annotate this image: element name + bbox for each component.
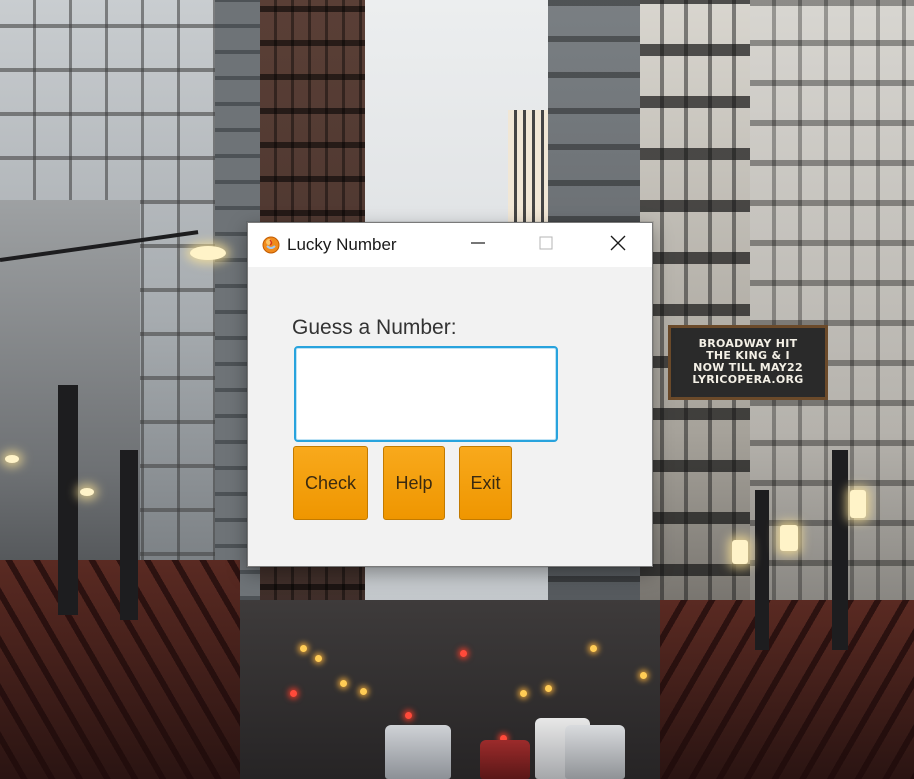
window-title: Lucky Number [287,235,397,254]
wallpaper-light [520,690,527,697]
check-button[interactable]: Check [293,446,368,520]
wallpaper-theater-marquee: BROADWAY HIT THE KING & I NOW TILL MAY22… [668,325,828,400]
wallpaper-street-lamp [732,540,748,564]
wallpaper-lamp-pole [120,450,138,620]
wallpaper-street-lamp [850,490,866,518]
wallpaper-light [300,645,307,652]
marquee-line: LYRICOPERA.ORG [692,373,804,386]
close-button[interactable] [584,223,652,267]
wallpaper-car [565,725,625,779]
wallpaper-building [508,110,550,230]
window-content: Guess a Number: Check Help Exit [248,267,652,566]
minimize-button[interactable] [444,223,512,267]
app-window: Lucky Number Guess a Number: Check Help … [247,222,653,567]
wallpaper-light [640,672,647,679]
guess-prompt-label: Guess a Number: [292,316,457,339]
wallpaper-bridge [660,600,914,779]
wallpaper-light [545,685,552,692]
wallpaper-car [480,740,530,779]
exit-button[interactable]: Exit [459,446,512,520]
maximize-icon [538,235,554,256]
wallpaper-car [385,725,451,779]
wallpaper-lamp-pole [832,450,848,650]
wallpaper-light [460,650,467,657]
wallpaper-street-lamp [780,525,798,551]
guess-number-input[interactable] [294,346,558,442]
java-cup-icon [262,236,280,254]
wallpaper-lamp-pole [58,385,78,615]
wallpaper-light [590,645,597,652]
close-icon [609,234,627,257]
wallpaper-light [290,690,297,697]
wallpaper-light [340,680,347,687]
wallpaper-light [405,712,412,719]
wallpaper-street-lamp [80,488,94,496]
wallpaper-lamp-pole [755,490,769,650]
help-button[interactable]: Help [383,446,445,520]
wallpaper-light [360,688,367,695]
wallpaper-street-lamp [190,246,226,260]
maximize-button[interactable] [512,223,580,267]
window-titlebar[interactable]: Lucky Number [248,223,652,267]
wallpaper-street-lamp [5,455,19,463]
minimize-icon [470,235,486,256]
wallpaper-light [315,655,322,662]
